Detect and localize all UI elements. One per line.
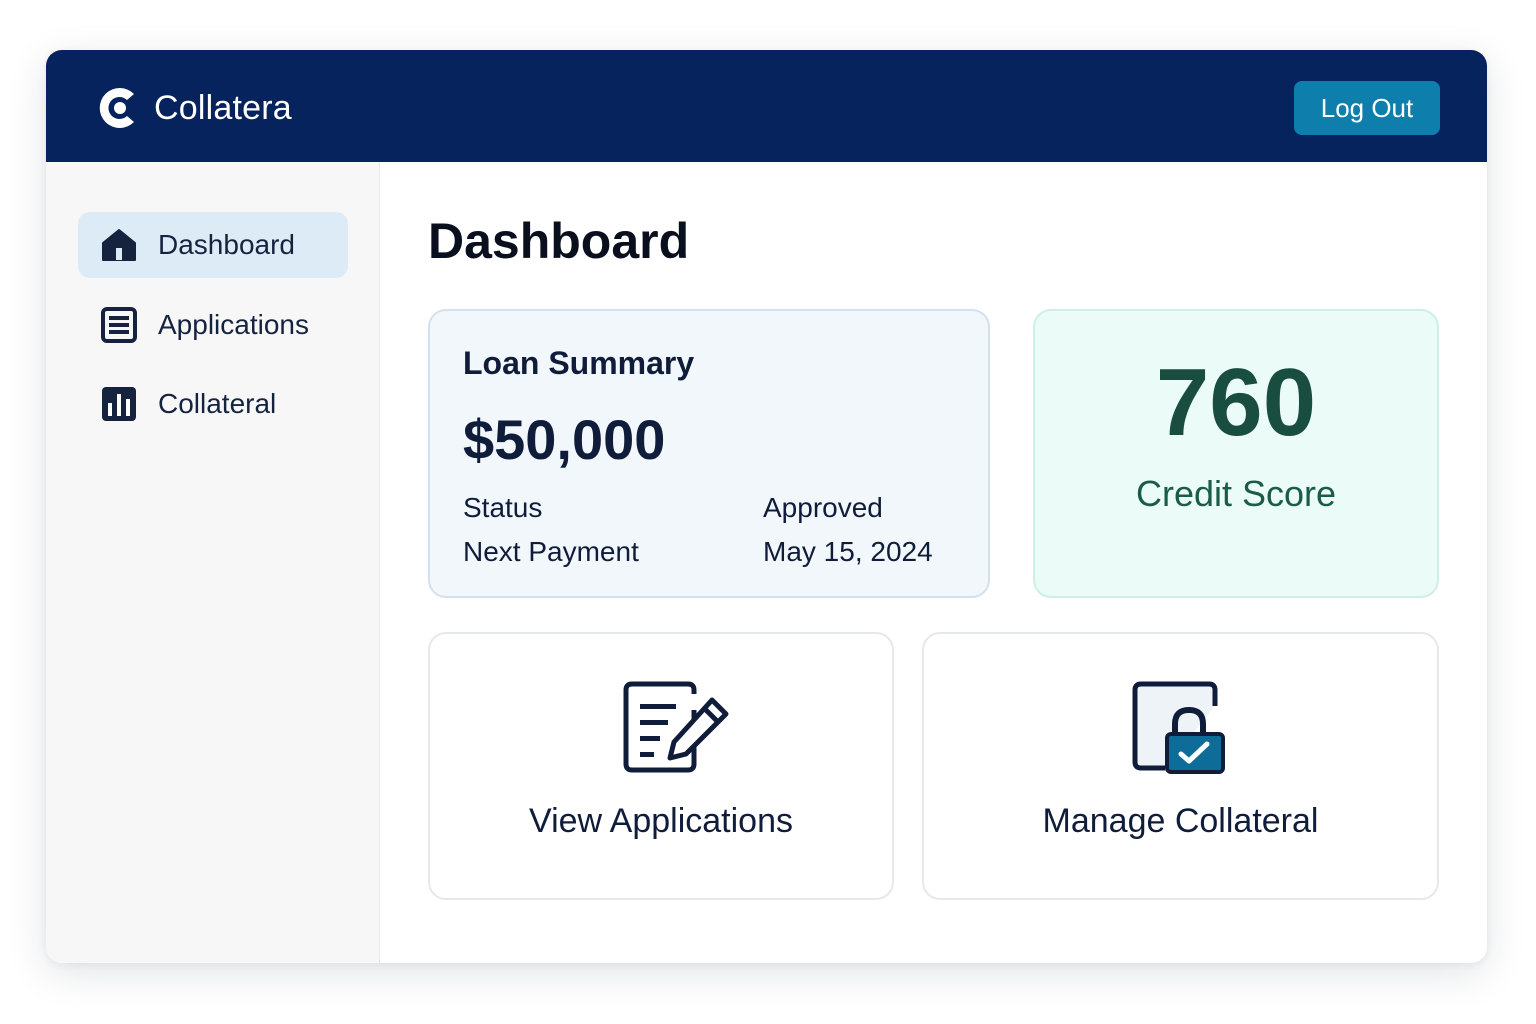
sidebar-item-label: Dashboard [158,229,295,260]
top-bar: Collatera Log Out [46,50,1487,162]
main-content: Dashboard Loan Summary $50,000 Status Ap… [380,162,1487,963]
sidebar-item-dashboard[interactable]: Dashboard [78,212,348,278]
sidebar-item-label: Collateral [158,388,277,419]
brand-name: Collatera [154,88,292,127]
lock-document-icon [1132,681,1225,774]
sidebar-item-collateral[interactable]: Collateral [78,371,348,437]
loan-summary-card: Loan Summary $50,000 Status Approved Nex… [428,309,990,598]
app-window: Collatera Log Out Dashboard Applications [46,50,1487,963]
page-title: Dashboard [428,213,690,269]
manage-collateral-card[interactable]: Manage Collateral [922,632,1439,900]
document-edit-icon [623,681,729,773]
loan-amount: $50,000 [463,408,666,471]
next-payment-value: May 15, 2024 [763,536,933,567]
bar-chart-icon [102,387,136,421]
logout-button[interactable]: Log Out [1294,81,1440,135]
status-value: Approved [763,492,883,523]
manage-collateral-label: Manage Collateral [1042,802,1319,840]
sidebar: Dashboard Applications Collateral [46,162,380,963]
sidebar-item-label: Applications [158,309,309,340]
home-icon [102,229,136,261]
credit-score-label: Credit Score [1135,473,1337,514]
collatera-c-logo-icon [99,88,134,128]
list-icon [101,307,137,343]
next-payment-label: Next Payment [463,536,639,567]
sidebar-item-applications[interactable]: Applications [78,292,348,358]
credit-score-value: 760 [1155,349,1317,456]
status-label: Status [463,492,543,523]
view-applications-label: View Applications [529,802,793,840]
credit-score-card: 760 Credit Score [1033,309,1439,598]
loan-summary-title: Loan Summary [463,345,695,381]
brand[interactable]: Collatera [96,82,292,134]
view-applications-card[interactable]: View Applications [428,632,894,900]
